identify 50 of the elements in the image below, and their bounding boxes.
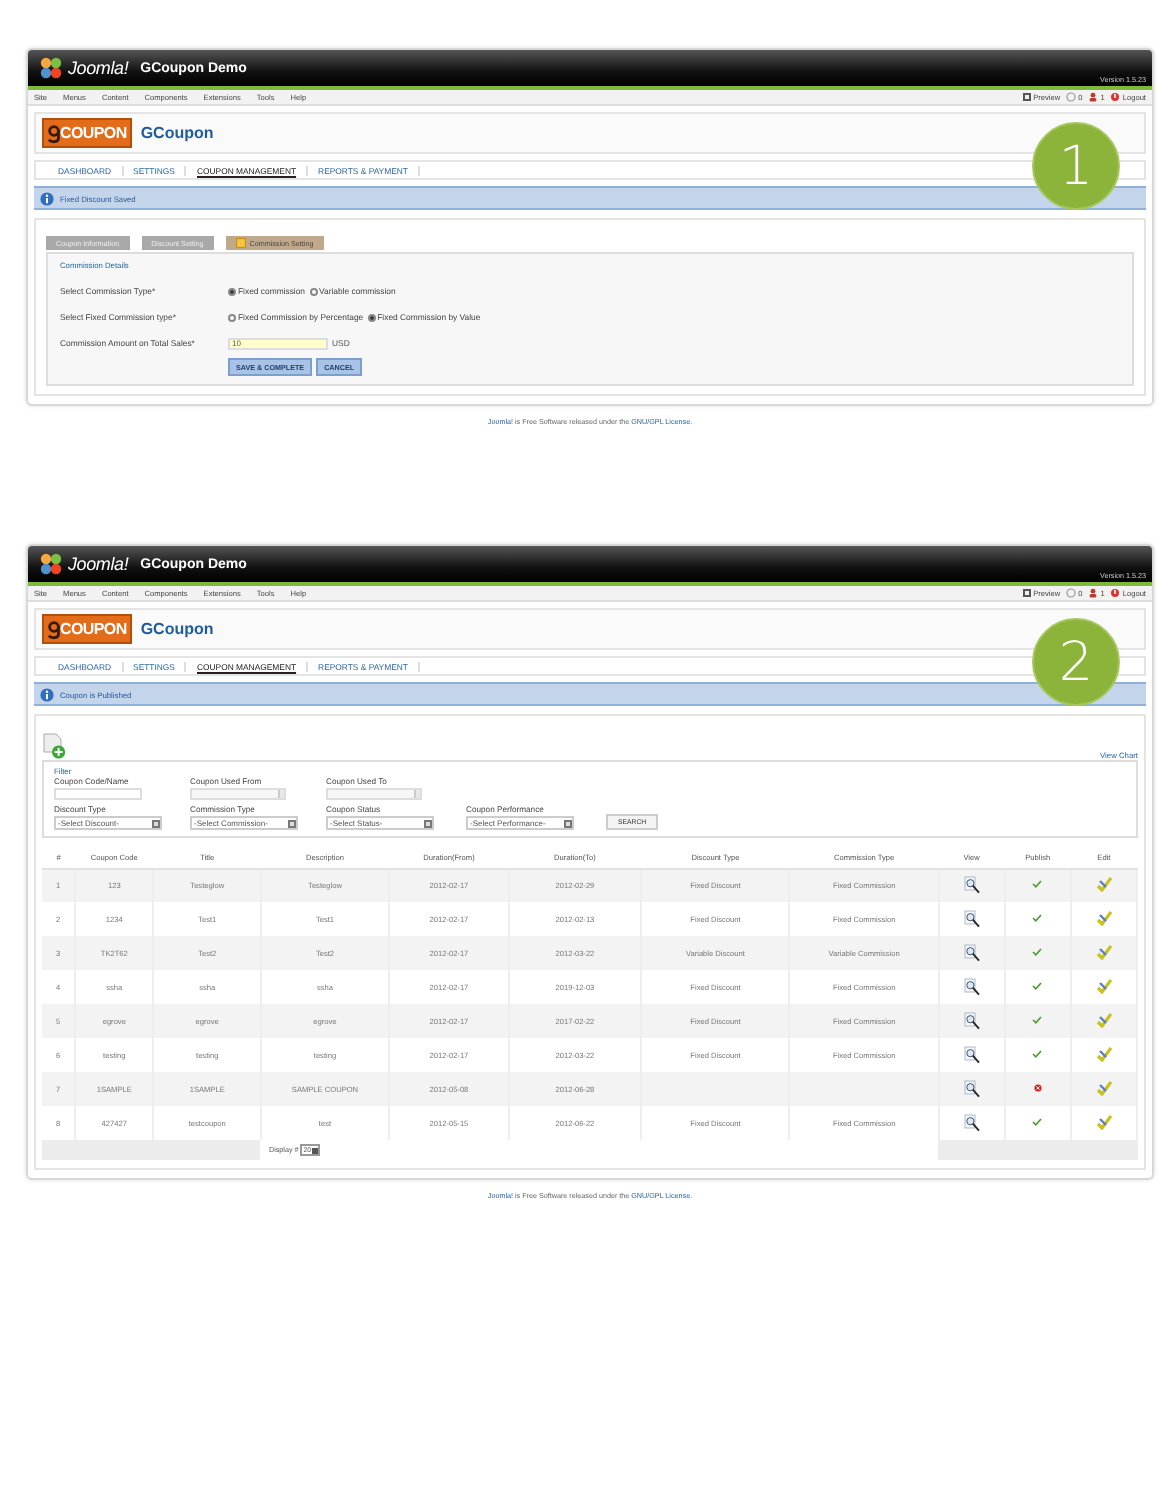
view-icon[interactable] [963, 1113, 980, 1131]
view-icon[interactable] [963, 909, 980, 927]
logo-mark-icon [48, 123, 60, 143]
joomla-logo-icon [38, 56, 64, 80]
edit-icon[interactable] [1095, 876, 1112, 893]
unpublished-icon[interactable] [1033, 1084, 1042, 1092]
view-icon[interactable] [963, 875, 980, 894]
edit-icon[interactable] [1095, 944, 1112, 960]
check-icon[interactable] [1032, 1016, 1043, 1024]
preview-icon[interactable] [1021, 92, 1032, 102]
logo-mark-icon [48, 619, 60, 639]
edit-icon[interactable] [1095, 1080, 1112, 1096]
view-icon[interactable] [963, 1079, 980, 1097]
date-field[interactable] [326, 788, 422, 800]
radio-button[interactable] [228, 313, 236, 321]
component-title: GCoupon [140, 620, 214, 638]
joomla-logo-text: Joomla! [68, 58, 129, 78]
check-icon[interactable] [1032, 1118, 1043, 1126]
edit-icon[interactable] [1095, 978, 1112, 994]
joomla-logo-text: Joomla! [68, 554, 129, 574]
edit-icon[interactable] [1095, 910, 1112, 926]
preview-icon[interactable] [1021, 588, 1032, 598]
user-icon[interactable] [1088, 92, 1099, 102]
view-icon[interactable] [963, 977, 980, 995]
power-icon[interactable] [1110, 588, 1121, 598]
radio-button[interactable] [309, 287, 318, 295]
component-title: GCoupon [140, 124, 214, 142]
coupon-logo: COUPON [42, 614, 133, 644]
edit-icon[interactable] [1095, 1046, 1112, 1062]
edit-icon[interactable] [1095, 1012, 1112, 1028]
user-icon[interactable] [1088, 588, 1099, 598]
check-icon[interactable] [1032, 948, 1043, 956]
check-icon[interactable] [1032, 1050, 1043, 1058]
view-icon[interactable] [963, 1045, 980, 1063]
view-icon[interactable] [963, 1011, 980, 1029]
coupon-logo: COUPON [42, 118, 133, 148]
check-icon[interactable] [1032, 914, 1043, 922]
radio-button[interactable] [367, 313, 376, 321]
date-field[interactable] [190, 788, 286, 800]
text-field[interactable] [54, 788, 142, 800]
edit-icon[interactable] [1095, 1114, 1112, 1130]
info-icon [40, 687, 54, 701]
check-icon[interactable] [1032, 880, 1043, 889]
joomla-logo-icon [38, 552, 64, 576]
view-icon[interactable] [963, 943, 980, 961]
check-icon[interactable] [1032, 982, 1043, 990]
radio-button[interactable] [228, 287, 236, 295]
new-document-icon[interactable] [42, 732, 66, 760]
info-icon [40, 191, 54, 205]
power-icon[interactable] [1110, 92, 1121, 102]
